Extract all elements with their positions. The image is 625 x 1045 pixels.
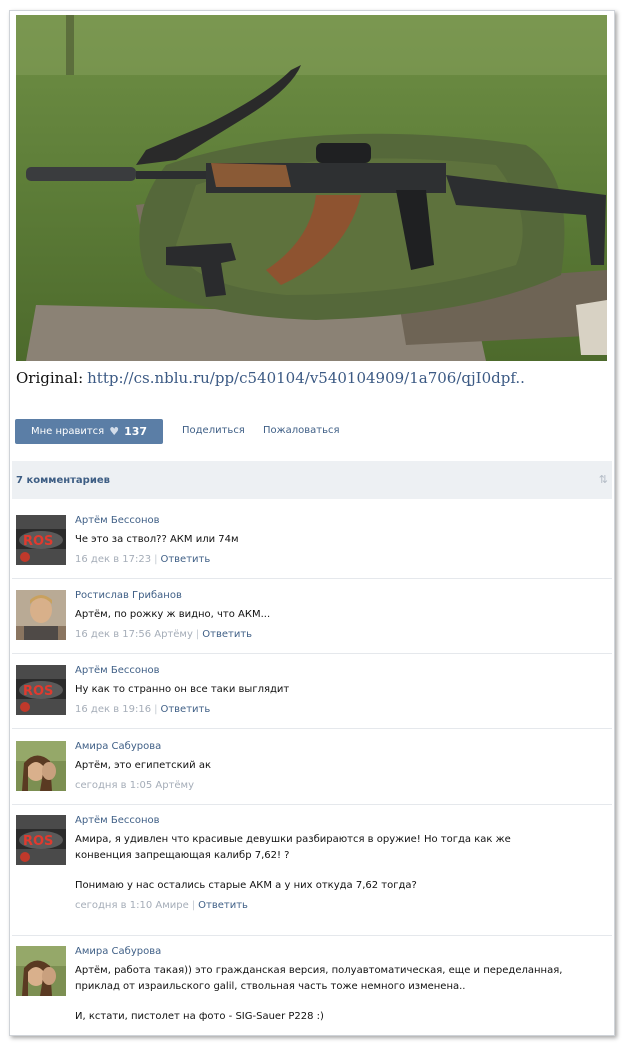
comments-count-title: 7 комментариев xyxy=(16,475,110,486)
comment-date[interactable]: сегодня в 1:10 Амире xyxy=(75,900,189,911)
comment-text-line: Амира, я удивлен что красивые девушки ра… xyxy=(75,834,511,845)
comment-item: ROS Артём Бессонов Ну как то странно он … xyxy=(12,661,612,729)
comment-meta: 16 дек в 17:56 Артёму | Ответить xyxy=(75,629,253,640)
comment-text-line: Артём, работа такая)) это гражданская ве… xyxy=(75,965,563,976)
avatar[interactable]: ROS xyxy=(16,665,66,715)
original-source-line: Original: http://cs.nblu.ru/pp/c540104/v5… xyxy=(16,369,525,387)
comment-text: Артём, по рожку ж видно, что АКМ... xyxy=(75,609,271,620)
sort-arrows-icon[interactable]: ⇅ xyxy=(599,473,608,486)
like-button[interactable]: Мне нравится ♥ 137 xyxy=(15,419,163,444)
comment-meta: сегодня в 1:05 Артёму xyxy=(75,780,606,791)
avatar[interactable] xyxy=(16,590,66,640)
comment-text: Артём, это египетский ак xyxy=(75,760,211,771)
comment-text: Амира, я удивлен что красивые девушки ра… xyxy=(75,832,606,894)
svg-text:ROS: ROS xyxy=(23,834,53,849)
comment-text-line: конвенция запрещающая калибр 7,62! ? xyxy=(75,850,290,861)
reply-link[interactable]: Ответить xyxy=(202,629,252,640)
comment-author[interactable]: Амира Сабурова xyxy=(75,741,606,752)
comment-meta: 16 дек в 19:16 | Ответить xyxy=(75,704,211,715)
comment-text-line: Понимаю у нас остались старые АКМ а у ни… xyxy=(75,880,417,891)
post-photo[interactable] xyxy=(16,15,607,361)
comment-item: Амира Сабурова Артём, это египетский ак … xyxy=(12,737,612,805)
like-label: Мне нравится xyxy=(30,426,105,437)
comment-date[interactable]: 16 дек в 17:23 xyxy=(75,554,151,565)
reply-link[interactable]: Ответить xyxy=(160,704,210,715)
reply-link[interactable]: Ответить xyxy=(198,900,248,911)
comment-date[interactable]: 16 дек в 17:56 Артёму xyxy=(75,629,193,640)
report-link[interactable]: Пожаловаться xyxy=(263,425,340,436)
original-label: Original: xyxy=(16,369,84,387)
comment-author[interactable]: Артём Бессонов xyxy=(75,515,606,526)
comment-date[interactable]: сегодня в 1:05 Артёму xyxy=(75,780,194,791)
avatar[interactable] xyxy=(16,741,66,791)
comment-meta: 16 дек в 17:23 | Ответить xyxy=(75,554,211,565)
svg-text:ROS: ROS xyxy=(23,534,53,549)
comment-item: ROS Артём Бессонов Че это за ствол?? АКМ… xyxy=(12,511,612,579)
comment-item: Амира Сабурова Артём, работа такая)) это… xyxy=(12,942,612,1035)
comment-meta: сегодня в 1:10 Амире | Ответить xyxy=(75,900,248,911)
comment-item: ROS Артём Бессонов Амира, я удивлен что … xyxy=(12,811,612,936)
svg-text:ROS: ROS xyxy=(23,684,53,699)
comment-text-line: И, кстати, пистолет на фото - SIG-Sauer … xyxy=(75,1011,324,1022)
comment-text-line: приклад от израильского galil, ствольная… xyxy=(75,981,466,992)
avatar[interactable]: ROS xyxy=(16,515,66,565)
comment-text: Ну как то странно он все таки выглядит xyxy=(75,684,290,695)
reply-link[interactable]: Ответить xyxy=(160,554,210,565)
original-link[interactable]: http://cs.nblu.ru/pp/c540104/v540104909/… xyxy=(87,369,525,387)
comment-item: Ростислав Грибанов Артём, по рожку ж вид… xyxy=(12,586,612,654)
comment-text: Че это за ствол?? АКМ или 74м xyxy=(75,534,239,545)
share-link[interactable]: Поделиться xyxy=(182,425,245,436)
heart-icon: ♥ xyxy=(109,425,120,438)
avatar[interactable]: ROS xyxy=(16,815,66,865)
comment-author[interactable]: Амира Сабурова xyxy=(75,946,606,957)
comment-author[interactable]: Ростислав Грибанов xyxy=(75,590,606,601)
like-count: 137 xyxy=(124,425,148,438)
comment-text: Артём, работа такая)) это гражданская ве… xyxy=(75,963,606,1025)
post-frame: Original: http://cs.nblu.ru/pp/c540104/v5… xyxy=(9,10,615,1036)
comments-header: 7 комментариев ⇅ xyxy=(12,461,612,499)
comment-author[interactable]: Артём Бессонов xyxy=(75,665,606,676)
comment-author[interactable]: Артём Бессонов xyxy=(75,815,606,826)
comment-date[interactable]: 16 дек в 19:16 xyxy=(75,704,151,715)
avatar[interactable] xyxy=(16,946,66,996)
